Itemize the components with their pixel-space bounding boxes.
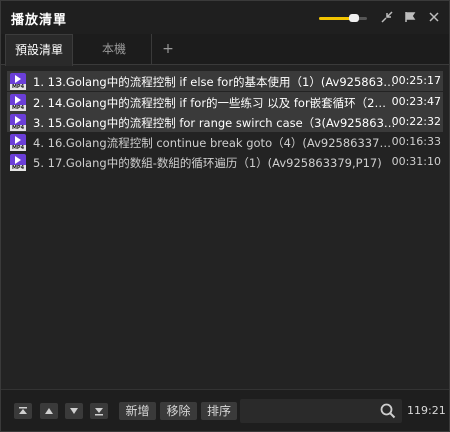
mp4-file-icon: MP4 [10, 134, 26, 151]
arrow-up-icon [45, 408, 53, 414]
volume-knob[interactable] [349, 14, 360, 22]
item-title: 4. 16.Golang流程控制 continue break goto（4）(… [33, 136, 397, 150]
tab-divider [151, 34, 152, 65]
playlist-window: 播放清單 預設清單 本機 + MP4 1. 13.Golang中的流程控制 if… [0, 0, 450, 432]
item-title: 2. 14.Golang中的流程控制 if for的一些练习 以及 for嵌套循… [33, 96, 397, 110]
bottom-toolbar: 新增 移除 排序 119:21 [1, 389, 449, 431]
item-duration: 00:22:32 [391, 115, 441, 128]
playlist-item[interactable]: MP4 4. 16.Golang流程控制 continue break goto… [7, 132, 443, 152]
move-bottom-icon [95, 408, 103, 416]
search-input[interactable] [240, 399, 402, 423]
search-icon[interactable] [380, 403, 396, 419]
window-title: 播放清單 [11, 13, 68, 28]
playlist-item[interactable]: MP4 1. 13.Golang中的流程控制 if else for的基本使用（… [7, 71, 443, 91]
tab-default-list[interactable]: 預設清單 [5, 34, 73, 66]
sort-button[interactable]: 排序 [201, 402, 237, 420]
tab-local[interactable]: 本機 [77, 34, 151, 65]
playlist: MP4 1. 13.Golang中的流程控制 if else for的基本使用（… [7, 69, 443, 389]
arrow-down-icon [70, 408, 78, 414]
total-duration: 119:21 [407, 404, 446, 417]
item-duration: 00:31:10 [391, 155, 441, 168]
mp4-file-icon: MP4 [10, 94, 26, 111]
item-duration: 00:16:33 [391, 135, 441, 148]
mp4-file-icon: MP4 [10, 114, 26, 131]
move-top-icon [19, 407, 27, 414]
move-to-top-button[interactable] [14, 403, 32, 419]
close-icon[interactable] [427, 10, 441, 24]
playlist-item[interactable]: MP4 3. 15.Golang中的流程控制 for range swirch … [7, 112, 443, 132]
move-up-button[interactable] [40, 403, 58, 419]
move-down-button[interactable] [65, 403, 83, 419]
shrink-icon[interactable] [380, 10, 394, 24]
pin-icon[interactable] [403, 10, 417, 24]
playlist-item[interactable]: MP4 5. 17.Golang中的数組-数組的循环遍历（1）(Av925863… [7, 152, 443, 172]
volume-slider[interactable] [319, 14, 367, 22]
add-tab-button[interactable]: + [153, 34, 183, 65]
title-bar[interactable]: 播放清單 [1, 1, 449, 34]
mp4-file-icon: MP4 [10, 73, 26, 90]
playlist-item[interactable]: MP4 2. 14.Golang中的流程控制 if for的一些练习 以及 fo… [7, 92, 443, 112]
item-title: 3. 15.Golang中的流程控制 for range swirch case… [33, 116, 397, 130]
remove-button[interactable]: 移除 [160, 402, 197, 420]
item-duration: 00:25:17 [391, 74, 441, 87]
item-title: 5. 17.Golang中的数組-数組的循环遍历（1）(Av925863379,… [33, 156, 382, 170]
add-button[interactable]: 新增 [119, 402, 156, 420]
move-to-bottom-button[interactable] [90, 403, 108, 419]
mp4-file-icon: MP4 [10, 154, 26, 171]
item-title: 1. 13.Golang中的流程控制 if else for的基本使用（1）(A… [33, 75, 397, 89]
item-duration: 00:23:47 [391, 95, 441, 108]
tab-bar: 預設清單 本機 + [1, 34, 449, 66]
